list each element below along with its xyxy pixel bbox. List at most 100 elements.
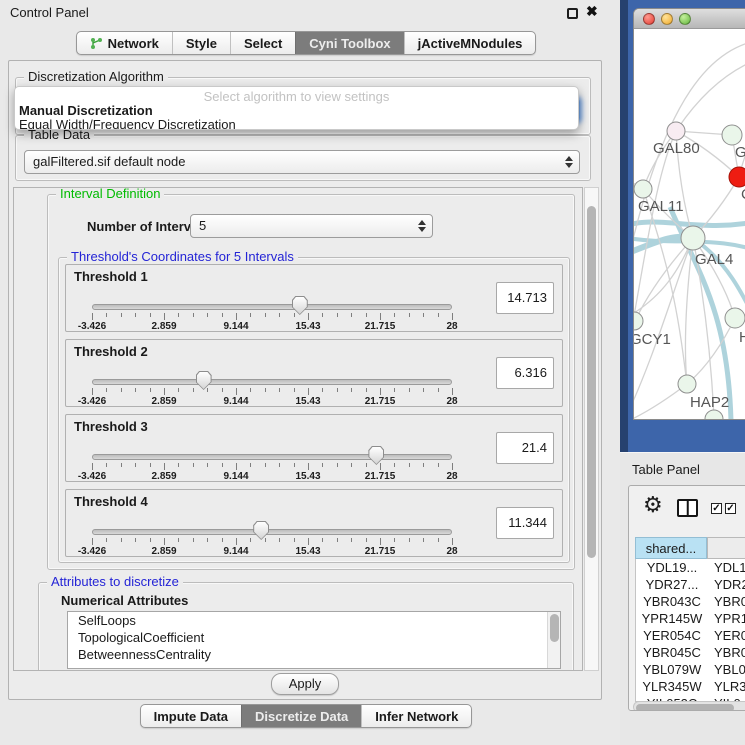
algorithm-option[interactable]: Equal Width/Frequency Discretization: [15, 118, 578, 130]
slider-tick: [322, 313, 323, 317]
table-row[interactable]: YER054CYER0: [636, 627, 745, 644]
slider-tick: [193, 463, 194, 467]
algorithm-option[interactable]: Manual Discretization: [15, 104, 578, 118]
table-row[interactable]: YDL19...YDL1: [636, 559, 745, 576]
tab-style[interactable]: Style: [172, 32, 230, 54]
slider-tick: [394, 313, 395, 317]
threshold-slider[interactable]: -3.4262.8599.14415.4321.71528: [92, 445, 452, 483]
attribute-list-item[interactable]: SelfLoops: [68, 612, 560, 629]
threshold-slider[interactable]: -3.4262.8599.14415.4321.71528: [92, 295, 452, 333]
bottom-tab-impute-data[interactable]: Impute Data: [141, 705, 241, 727]
slider-tick: [452, 388, 453, 395]
minimize-traffic-light[interactable]: [661, 13, 673, 25]
network-node-label: HAP2: [690, 394, 729, 411]
tab-cyni-toolbox[interactable]: Cyni Toolbox: [295, 32, 403, 54]
network-node-gcy1[interactable]: [634, 312, 643, 330]
slider-tick: [265, 463, 266, 467]
slider-tick-label: 21.715: [365, 471, 396, 482]
network-window-titlebar[interactable]: [634, 9, 745, 29]
threshold-value-field[interactable]: 6.316: [496, 357, 554, 389]
table-row[interactable]: YLR345WYLR3: [636, 678, 745, 695]
threshold-value-field[interactable]: 21.4: [496, 432, 554, 464]
table-row[interactable]: YPR145WYPR1: [636, 610, 745, 627]
network-node-c[interactable]: [729, 167, 745, 187]
slider-track[interactable]: [92, 304, 452, 310]
slider-tick: [294, 388, 295, 392]
control-panel: Control Panel ✖ NetworkStyleSelectCyni T…: [0, 0, 612, 745]
number-of-intervals-combobox[interactable]: 5: [190, 214, 433, 238]
attribute-list-item[interactable]: TopologicalCoefficient: [68, 629, 560, 646]
threshold-slider[interactable]: -3.4262.8599.14415.4321.71528: [92, 370, 452, 408]
checkbox-checked-icon[interactable]: ✓: [711, 503, 722, 514]
close-icon[interactable]: ✖: [586, 3, 598, 20]
apply-button[interactable]: Apply: [271, 673, 339, 695]
network-node-g[interactable]: [722, 125, 742, 145]
slider-tick-label: 15.43: [295, 396, 320, 407]
main-vertical-scrollbar[interactable]: [584, 187, 599, 671]
slider-track[interactable]: [92, 379, 452, 385]
slider-tick: [164, 313, 165, 320]
network-node-label: G.: [735, 144, 745, 161]
slider-track[interactable]: [92, 529, 452, 535]
table-column-header[interactable]: name: [707, 537, 745, 559]
table-column-header[interactable]: shared...: [635, 537, 707, 559]
network-node-gal11[interactable]: [634, 180, 652, 198]
table-panel: Table Panel ⚙ ✓ ✓ shared...name YDL19...…: [620, 452, 745, 745]
gear-icon[interactable]: ⚙: [643, 494, 663, 516]
table-cell: YER0: [708, 627, 745, 644]
slider-tick: [265, 313, 266, 317]
threshold-label: Threshold 4: [74, 494, 148, 509]
network-node-h[interactable]: [725, 308, 745, 328]
network-node-gal80[interactable]: [667, 122, 685, 140]
slider-tick-label: 21.715: [365, 321, 396, 332]
network-canvas[interactable]: GAL80G.CGAL11GAL4GCY1HHAP2: [634, 29, 745, 420]
slider-tick: [207, 388, 208, 392]
tab-network[interactable]: Network: [77, 32, 172, 54]
slider-thumb[interactable]: [253, 521, 269, 540]
network-node[interactable]: [705, 410, 723, 420]
slider-tick: [423, 538, 424, 542]
slider-tick: [452, 538, 453, 545]
slider-tick: [380, 463, 381, 470]
network-node-gal4[interactable]: [681, 226, 705, 250]
slider-track[interactable]: [92, 454, 452, 460]
threshold-value-field[interactable]: 14.713: [496, 282, 554, 314]
table-horizontal-scrollbar[interactable]: [633, 701, 745, 711]
slider-tick: [452, 313, 453, 320]
slider-tick: [135, 538, 136, 542]
tab-select[interactable]: Select: [230, 32, 295, 54]
threshold-value-field[interactable]: 11.344: [496, 507, 554, 539]
slider-tick: [423, 313, 424, 317]
slider-thumb[interactable]: [368, 446, 384, 465]
split-columns-icon[interactable]: [677, 499, 698, 517]
table-row[interactable]: YDR27...YDR2: [636, 576, 745, 593]
threshold-slider[interactable]: -3.4262.8599.14415.4321.71528: [92, 520, 452, 558]
table-row[interactable]: YBR043CYBR0: [636, 593, 745, 610]
close-traffic-light[interactable]: [643, 13, 655, 25]
checkbox-checked-icon[interactable]: ✓: [725, 503, 736, 514]
table-row[interactable]: YBL079WYBL0: [636, 661, 745, 678]
list-scrollbar[interactable]: [547, 612, 560, 668]
numerical-attributes-list[interactable]: SelfLoopsTopologicalCoefficientBetweenne…: [67, 611, 561, 669]
slider-tick: [121, 388, 122, 392]
network-node-hap2[interactable]: [678, 375, 696, 393]
bottom-tab-infer-network[interactable]: Infer Network: [361, 705, 471, 727]
network-edge[interactable]: [635, 238, 693, 321]
attribute-list-item[interactable]: BetweennessCentrality: [68, 646, 560, 663]
network-edge[interactable]: [634, 384, 687, 420]
slider-thumb[interactable]: [196, 371, 212, 390]
table-row[interactable]: YBR045CYBR0: [636, 644, 745, 661]
table-data-combobox[interactable]: galFiltered.sif default node: [24, 150, 580, 174]
zoom-traffic-light[interactable]: [679, 13, 691, 25]
slider-tick: [92, 463, 93, 470]
bottom-tab-discretize-data[interactable]: Discretize Data: [241, 705, 361, 727]
network-desktop: GAL80G.CGAL11GAL4GCY1HHAP2: [620, 0, 745, 452]
desktop-edge: [620, 0, 628, 452]
table-cell: YDR27...: [636, 576, 708, 593]
slider-tick-label: 2.859: [151, 396, 176, 407]
slider-tick: [351, 388, 352, 392]
network-edge[interactable]: [676, 57, 745, 131]
float-window-icon[interactable]: [567, 8, 578, 19]
tab-jactivemnodules[interactable]: jActiveMNodules: [404, 32, 536, 54]
slider-tick: [423, 463, 424, 467]
